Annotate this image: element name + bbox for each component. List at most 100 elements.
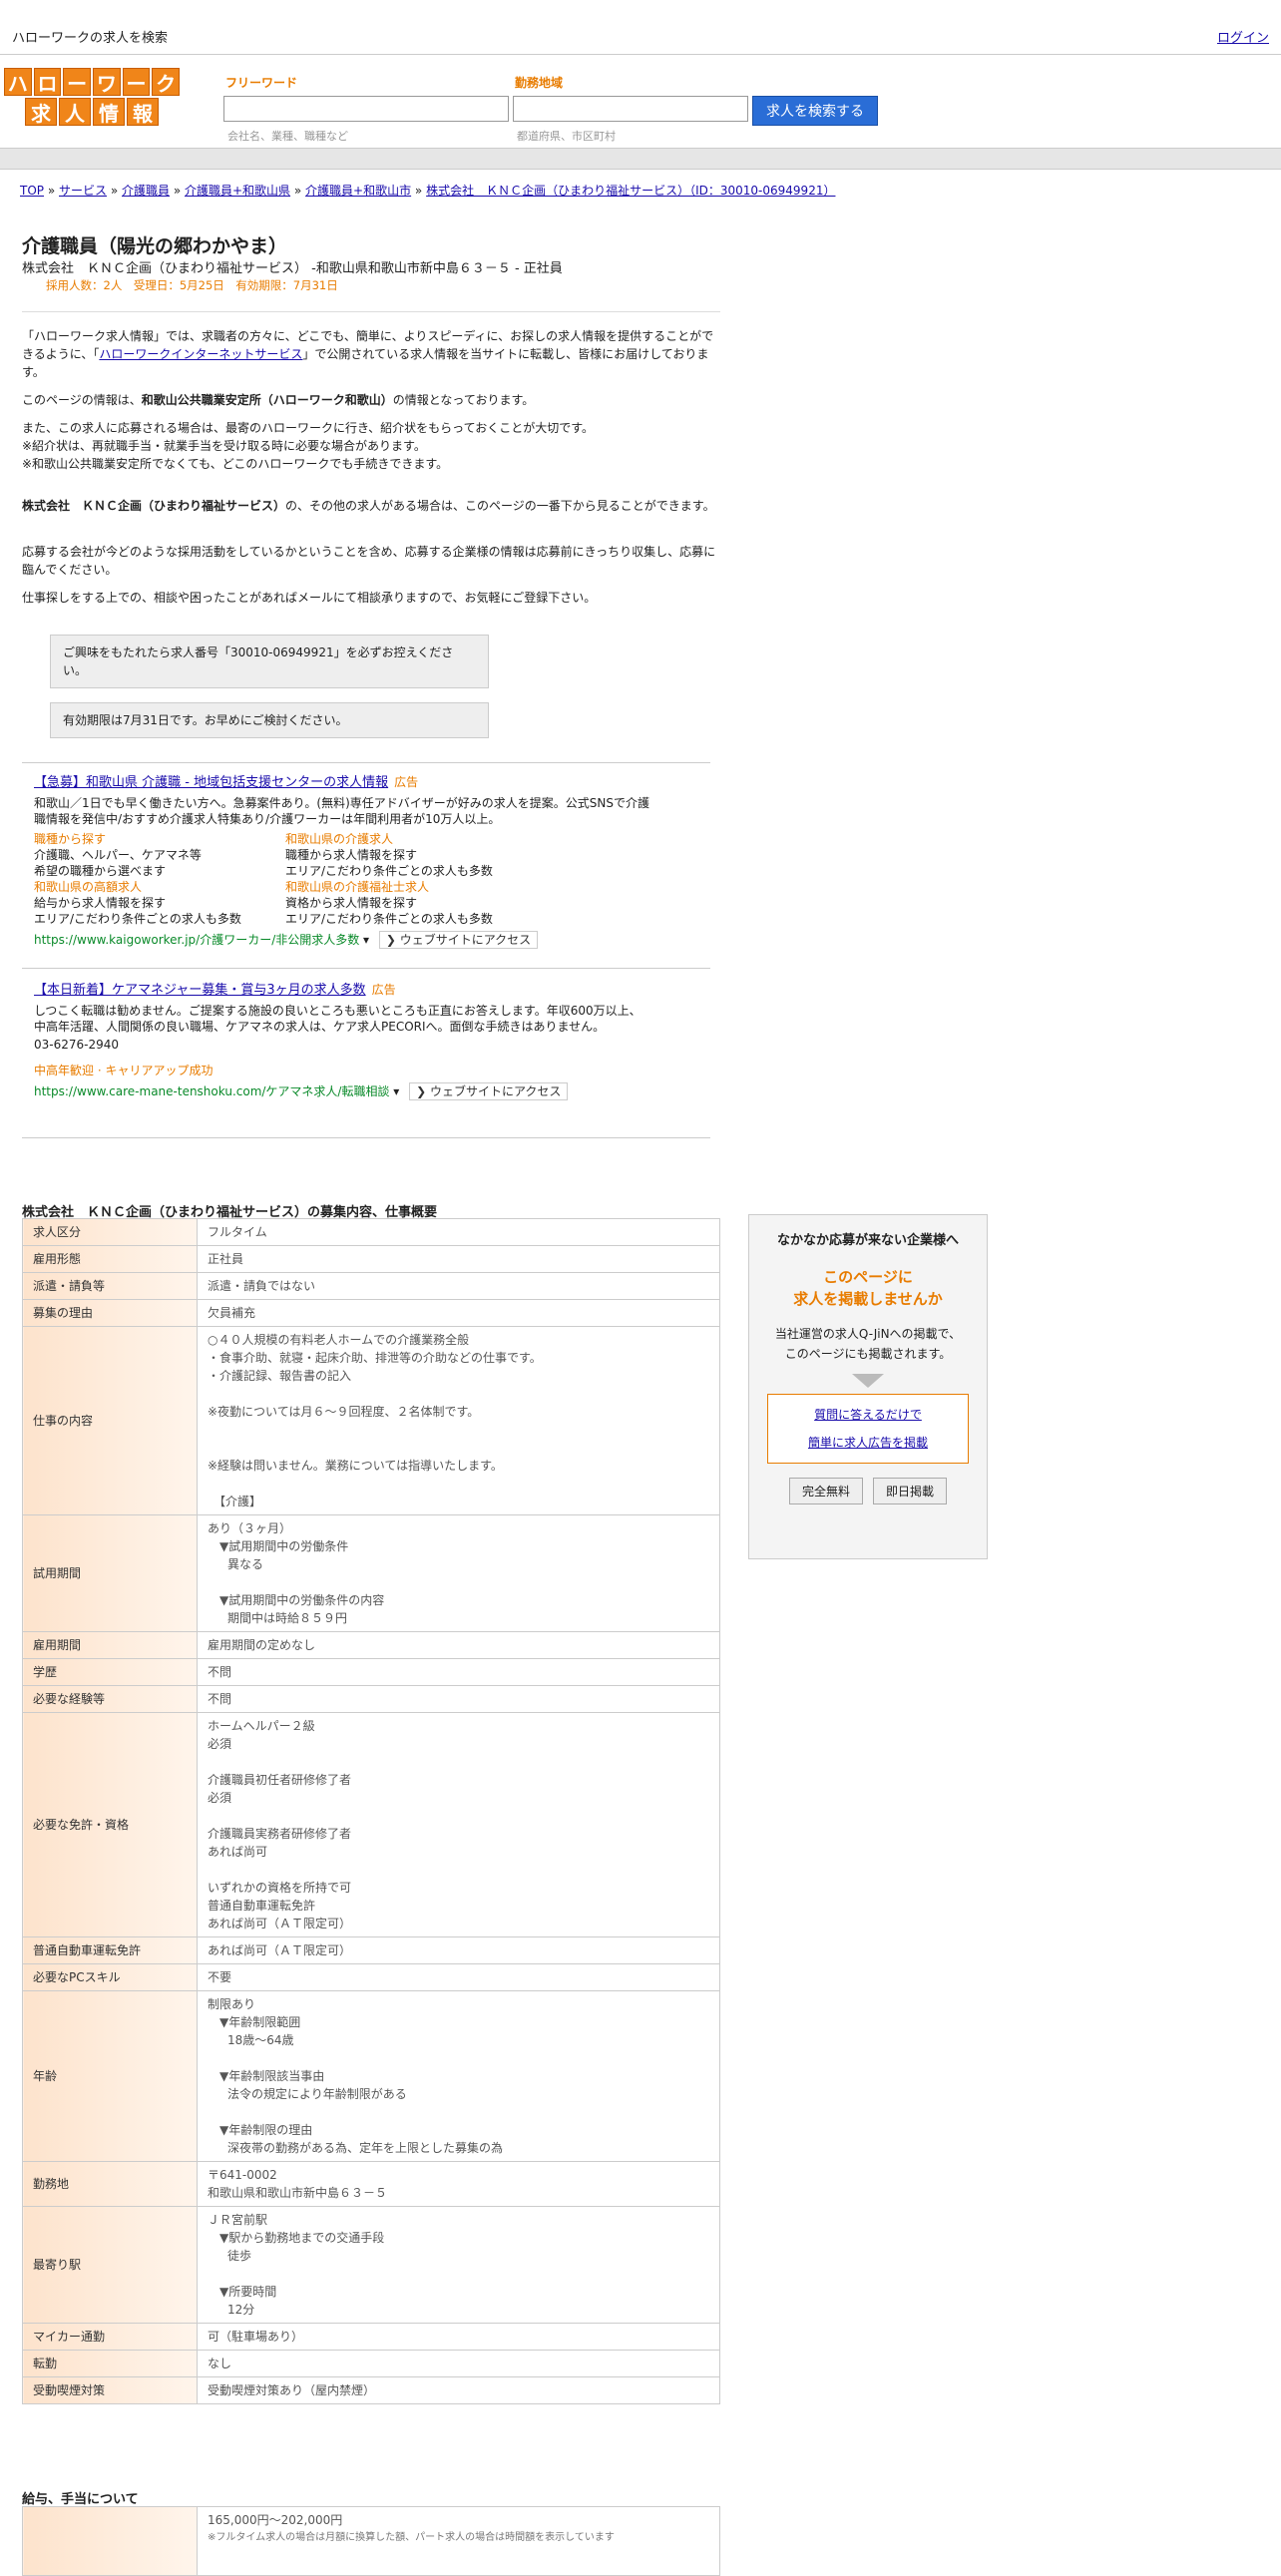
breadcrumb-kaigo[interactable]: 介護職員 xyxy=(122,184,170,198)
table-row: 雇用形態 正社員 xyxy=(22,1245,720,1273)
table-value: 雇用期間の定めなし xyxy=(197,1631,720,1659)
table-value: 制限あり ▼年齢制限範囲 18歳〜64歳 ▼年齢制限該当事由 法令の規定により年齢制限が… xyxy=(197,1990,720,2162)
value-line: あり（３ヶ月） xyxy=(208,1521,292,1535)
nav-band xyxy=(0,148,1281,170)
value-line: 異なる xyxy=(227,1557,264,1571)
area-input[interactable] xyxy=(513,96,748,122)
sitelink-line: エリア/こだわり条件ごとの求人も多数 xyxy=(34,912,241,926)
ad-tag: 広告 xyxy=(371,983,396,997)
same-day-button[interactable]: 即日掲載 xyxy=(873,1478,948,1504)
table-key: 勤務地 xyxy=(22,2161,198,2207)
ad-sitelink[interactable]: 和歌山県の高額求人 給与から求人情報を探す エリア/こだわり条件ごとの求人も多数 xyxy=(34,879,285,927)
ad-sub[interactable]: 中高年歓迎 · キャリアアップ成功 xyxy=(34,1063,652,1078)
company-line: 株式会社 ＫＮＣ企画（ひまわり福祉サービス） -和歌山県和歌山市新中島６３－５ … xyxy=(22,261,563,276)
intro-text: の、その他の求人がある場合は、このページの一番下から見ることができます。 xyxy=(285,499,715,513)
table-key: 必要なPCスキル xyxy=(22,1963,198,1991)
visit-website-button[interactable]: ❯ ウェブサイトにアクセス xyxy=(378,931,539,949)
answer-questions-link[interactable]: 質問に答えるだけで xyxy=(814,1408,922,1422)
breadcrumb-service[interactable]: サービス xyxy=(59,184,107,198)
breadcrumb-top[interactable]: TOP xyxy=(20,184,44,198)
ad-block-2: 【本日新着】ケアマネジャー募集・賞与3ヶ月の求人多数 広告 しつこく転職は勧めませ… xyxy=(34,982,652,1100)
table-row: 勤務地 〒641-0002 和歌山県和歌山市新中島６３－５ xyxy=(22,2161,720,2207)
intro-text: このページの情報は、 xyxy=(22,393,142,407)
table-row: 165,000円〜202,000円 ※フルタイム求人の場合は月額に換算した額、パ… xyxy=(22,2506,720,2576)
value-line xyxy=(208,2103,709,2121)
intro-paragraph-5: 応募する会社が今どのような採用活動をしているかということを含め、応募する企業様の… xyxy=(22,545,716,577)
hellowork-internet-link[interactable]: ハローワークインターネットサービス xyxy=(99,347,302,361)
ad-sitelink[interactable]: 和歌山県の介護求人 職種から求人情報を探す エリア/こだわり条件ごとの求人も多数 xyxy=(285,831,537,879)
value-line: ▼所要時間 xyxy=(219,2285,277,2299)
ad-url[interactable]: https://www.care-mane-tenshoku.com/ケアマネ求… xyxy=(34,1084,389,1098)
value-line: ※経験は問いません。業務については指導いたします。 xyxy=(208,1459,503,1473)
visit-website-button[interactable]: ❯ ウェブサイトにアクセス xyxy=(409,1082,569,1100)
value-line: ▼年齢制限範囲 xyxy=(219,2015,301,2029)
value-line: 不要 xyxy=(208,1970,232,1984)
company-name: 株式会社 ＫＮＣ企画（ひまわり福祉サービス） xyxy=(22,499,286,513)
logo-char: 報 xyxy=(127,98,159,126)
table-value: なし xyxy=(197,2350,720,2377)
value-line xyxy=(208,1753,709,1771)
table-row: 受動喫煙対策 受動喫煙対策あり（屋内禁煙） xyxy=(22,2376,720,2404)
value-line: 制限あり xyxy=(208,1997,256,2011)
value-line: ホームヘルパー２級 xyxy=(208,1719,315,1733)
logo-char: ク xyxy=(152,68,181,96)
table-row: 必要な免許・資格 ホームヘルパー２級 必須 介護職員初任者研修修了者 必須 介護職員実務者… xyxy=(22,1712,720,1937)
logo-char: ー xyxy=(122,68,151,96)
free-word-input[interactable] xyxy=(223,96,509,122)
sitelink-head: 和歌山県の高額求人 xyxy=(34,880,143,894)
value-line: 必須 xyxy=(208,1737,232,1751)
value-line: ▼試用期間中の労働条件 xyxy=(219,1539,349,1553)
intro-text: の情報となっております。 xyxy=(392,393,535,407)
table-row: 転勤 なし xyxy=(22,2350,720,2377)
post-ad-link[interactable]: 簡単に求人広告を掲載 xyxy=(808,1436,928,1450)
advertise-sidebar: なかなか応募が来ない企業様へ このページに 求人を掲載しませんか 当社運営の求人Q… xyxy=(748,1214,988,1559)
free-button[interactable]: 完全無料 xyxy=(788,1478,863,1504)
table-row: 派遣・請負等 派遣・請負ではない xyxy=(22,1272,720,1300)
ad-title[interactable]: 【本日新着】ケアマネジャー募集・賞与3ヶ月の求人多数 xyxy=(34,983,366,998)
table-key: 最寄り駅 xyxy=(22,2206,198,2324)
ad-separator xyxy=(22,762,710,763)
intro-paragraph-1: 「ハローワーク求人情報」では、求職者の方々に、どこでも、簡単に、よりスピーディに… xyxy=(22,327,716,381)
table-value: 不問 xyxy=(197,1685,720,1713)
logo[interactable]: ハローワーク 求人情報 xyxy=(3,68,181,126)
breadcrumb-kaigo-wakayama-ken[interactable]: 介護職員+和歌山県 xyxy=(185,184,290,198)
value-line xyxy=(208,2049,709,2067)
value-line: 期間中は時給８５９円 xyxy=(227,1611,348,1625)
table-value: 正社員 xyxy=(197,1245,720,1273)
ad-separator xyxy=(22,968,710,969)
intro-line: ※和歌山公共職業安定所でなくても、どこのハローワークでも手続きできます。 xyxy=(22,457,449,471)
sitelink-head: 和歌山県の介護求人 xyxy=(285,832,394,846)
value-line: いずれかの資格を所持で可 xyxy=(208,1881,352,1895)
value-line: あれば尚可 xyxy=(208,1845,268,1859)
table-key: 派遣・請負等 xyxy=(22,1272,198,1300)
ad-sitelink[interactable]: 和歌山県の介護福祉士求人 資格から求人情報を探す エリア/こだわり条件ごとの求人も多… xyxy=(285,879,537,927)
value-line xyxy=(208,2265,709,2283)
value-line: ▼年齢制限の理由 xyxy=(219,2123,313,2137)
table-key: 必要な免許・資格 xyxy=(22,1712,198,1937)
sitelink-head: 和歌山県の介護福祉士求人 xyxy=(285,880,430,894)
section-heading-salary: 給与、手当について xyxy=(22,2492,139,2507)
ad-url[interactable]: https://www.kaigoworker.jp/介護ワーカー/非公開求人多… xyxy=(34,933,359,947)
value-line xyxy=(208,1807,709,1825)
sidebar-link-box: 質問に答えるだけで 簡単に求人広告を掲載 xyxy=(767,1394,969,1464)
value-line: 法令の規定により年齢制限がある xyxy=(227,2087,407,2101)
ad-phone[interactable]: 03-6276-2940 xyxy=(34,1037,652,1053)
salary-range: 165,000円〜202,000円 xyxy=(208,2513,343,2527)
search-button[interactable]: 求人を検索する xyxy=(752,96,878,126)
ad-separator xyxy=(22,1137,710,1138)
value-line: あれば尚可（ＡＴ限定可） xyxy=(208,1917,352,1931)
ad-title[interactable]: 【急募】和歌山県 介護職 - 地域包括支援センターの求人情報 xyxy=(34,775,388,790)
ad-sitelink[interactable]: 職種から探す 介護職、ヘルパー、ケアマネ等 希望の職種から選べます xyxy=(34,831,285,879)
top-bar: ハローワークの求人を検索 ログイン xyxy=(0,0,1281,55)
table-key: 試用期間 xyxy=(22,1514,198,1632)
table-row: 試用期間 あり（３ヶ月） ▼試用期間中の労働条件 異なる ▼試用期間中の労働条件の内容期… xyxy=(22,1514,720,1632)
value-line xyxy=(208,1861,709,1879)
value-line: 不問 xyxy=(208,1692,232,1706)
login-link[interactable]: ログイン xyxy=(1217,27,1269,46)
note-job-number: ご興味をもたれたら求人番号「30010-06949921」を必ずお控えください。 xyxy=(50,635,489,688)
table-key: 雇用期間 xyxy=(22,1631,198,1659)
office-name: 和歌山公共職業安定所（ハローワーク和歌山） xyxy=(141,393,393,407)
breadcrumb-company[interactable]: 株式会社 ＫＮＣ企画（ひまわり福祉サービス）（ID：30010-06949921… xyxy=(426,184,835,198)
sitelink-line: 介護職、ヘルパー、ケアマネ等 xyxy=(34,848,202,862)
breadcrumb-kaigo-wakayama-shi[interactable]: 介護職員+和歌山市 xyxy=(305,184,411,198)
